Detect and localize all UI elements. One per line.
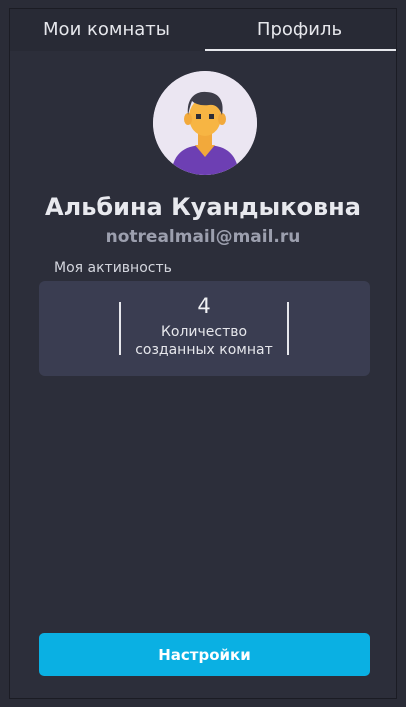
active-tab-indicator [205, 49, 396, 51]
tab-profile[interactable]: Профиль [203, 9, 396, 51]
stat-divider-right [287, 302, 289, 355]
activity-section-title: Моя активность [54, 260, 172, 276]
settings-button[interactable]: Настройки [39, 633, 370, 676]
rooms-created-caption-line2: созданных комнат [135, 342, 273, 358]
rooms-created-caption-line1: Количество [160, 324, 248, 340]
rooms-created-count: 4 [197, 294, 211, 318]
app-window: Мои комнаты Профиль Альбина Куандыковна … [9, 8, 397, 699]
tab-my-rooms[interactable]: Мои комнаты [10, 9, 203, 51]
user-avatar-icon [153, 71, 257, 175]
profile-email: notrealmail@mail.ru [105, 227, 301, 247]
tab-bar: Мои комнаты Профиль [10, 9, 396, 51]
activity-card: 4 Количество созданных комнат [39, 281, 370, 376]
profile-name: Альбина Куандыковна [45, 193, 361, 221]
rooms-created-caption: Количество созданных комнат [121, 323, 287, 359]
